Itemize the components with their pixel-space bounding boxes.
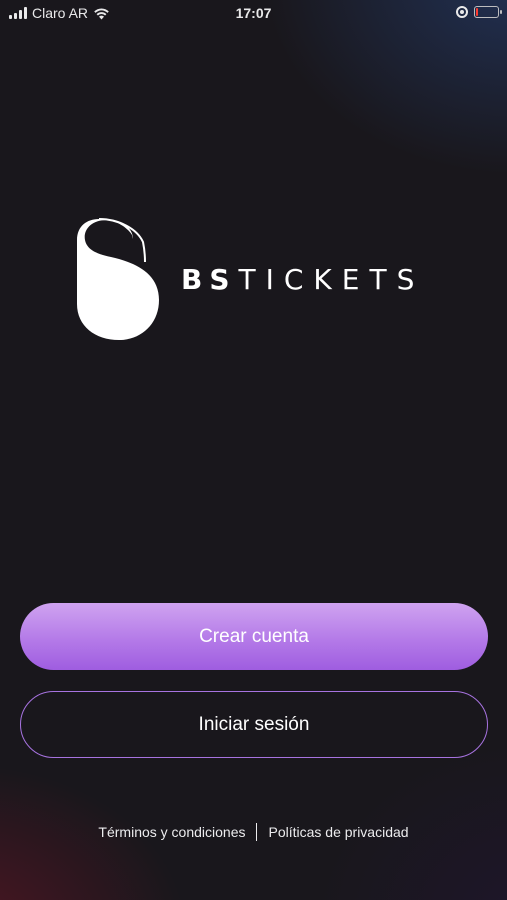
status-bar: Claro AR 17:07 bbox=[0, 0, 507, 28]
bstickets-logo: BS TICKETS bbox=[75, 218, 435, 342]
battery-icon bbox=[474, 6, 502, 18]
status-right bbox=[456, 6, 502, 18]
bs-logo-mark-icon bbox=[77, 218, 159, 340]
battery-level bbox=[476, 8, 478, 16]
terms-link[interactable]: Términos y condiciones bbox=[98, 824, 245, 840]
privacy-link[interactable]: Políticas de privacidad bbox=[268, 824, 408, 840]
orientation-lock-icon bbox=[456, 6, 468, 18]
clock: 17:07 bbox=[235, 5, 272, 21]
wordmark-light: TICKETS bbox=[238, 263, 425, 296]
sign-in-button[interactable]: Iniciar sesión bbox=[20, 691, 488, 758]
wordmark: BS TICKETS bbox=[181, 265, 424, 295]
footer-links: Términos y condiciones Políticas de priv… bbox=[0, 822, 507, 842]
footer-divider bbox=[256, 823, 258, 841]
wordmark-bold: BS bbox=[181, 263, 237, 296]
create-account-button[interactable]: Crear cuenta bbox=[20, 603, 488, 670]
